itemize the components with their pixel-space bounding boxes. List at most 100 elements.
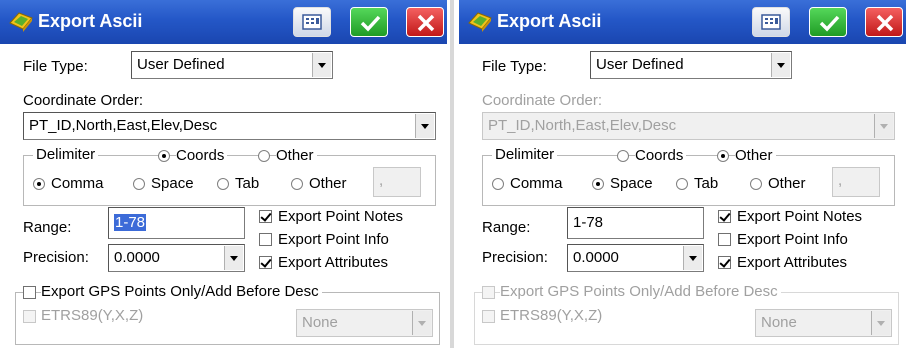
tab-radio[interactable] [217,178,229,190]
close-icon [417,14,435,32]
space-label: Space [610,175,653,192]
export-attributes-checkbox[interactable] [259,256,272,269]
other-char-value: , [838,172,843,189]
chevron-down-icon[interactable] [683,246,702,270]
chevron-down-icon[interactable] [412,311,431,335]
precision-label: Precision: [23,249,89,266]
title-bar: Export Ascii [459,0,906,44]
export-point-notes-label: Export Point Notes [278,208,404,225]
panel-divider [450,0,454,348]
tab-radio[interactable] [676,178,688,190]
chevron-down-icon[interactable] [224,246,243,270]
datum-value: None [302,314,338,331]
export-attributes-label: Export Attributes [278,254,389,271]
chevron-down-icon[interactable] [415,114,434,138]
file-type-label: File Type: [482,58,547,75]
keyboard-button[interactable] [752,7,790,37]
etrs89-label: ETRS89(Y,X,Z) [500,307,603,324]
file-type-value: User Defined [137,56,225,73]
coords-radio[interactable] [617,150,629,162]
tab-label: Tab [694,175,719,192]
precision-value: 0.0000 [114,249,160,266]
export-point-info-checkbox[interactable] [718,233,731,246]
export-point-notes-label: Export Point Notes [737,208,863,225]
other-delimiter-radio[interactable] [258,150,270,162]
tab-label: Tab [235,175,260,192]
space-label: Space [151,175,194,192]
close-button[interactable] [865,7,903,37]
coords-label: Coords [635,147,687,164]
coordinate-order-value: PT_ID,North,East,Elev,Desc [29,117,218,134]
coordinate-order-dropdown[interactable]: PT_ID,North,East,Elev,Desc [482,112,895,140]
checkmark-icon [360,15,381,32]
export-point-info-label: Export Point Info [737,231,848,248]
ok-button[interactable] [809,7,847,37]
app-icon [8,9,34,37]
delimiter-label: Delimiter [33,146,99,163]
keyboard-icon [302,14,322,30]
etrs89-checkbox[interactable] [23,310,36,323]
gps-points-only-label: Export GPS Points Only/Add Before Desc [41,283,322,300]
chevron-down-icon[interactable] [871,311,890,335]
keyboard-button[interactable] [293,7,331,37]
close-button[interactable] [406,7,444,37]
precision-label: Precision: [482,249,548,266]
coordinate-order-value: PT_ID,North,East,Elev,Desc [488,117,677,134]
datum-dropdown[interactable]: None [296,309,433,337]
app-icon [467,9,493,37]
other-delimiter-radio[interactable] [717,150,729,162]
gps-points-only-checkbox[interactable] [23,286,36,299]
export-point-info-label: Export Point Info [278,231,389,248]
file-type-dropdown[interactable]: User Defined [131,51,333,79]
export-point-notes-checkbox[interactable] [259,210,272,223]
coordinate-order-label: Coordinate Order: [482,92,603,109]
chevron-down-icon[interactable] [771,53,790,77]
dialog-title: Export Ascii [38,11,143,31]
file-type-value: User Defined [596,56,684,73]
other-char-input[interactable]: , [373,167,421,197]
other-char-value: , [379,172,384,189]
precision-dropdown[interactable]: 0.0000 [567,244,704,272]
chevron-down-icon[interactable] [312,53,331,77]
coords-radio[interactable] [158,150,170,162]
ok-button[interactable] [350,7,388,37]
range-label: Range: [23,219,72,236]
other-char-input[interactable]: , [832,167,880,197]
precision-dropdown[interactable]: 0.0000 [108,244,245,272]
chevron-down-icon[interactable] [874,114,893,138]
space-radio[interactable] [133,178,145,190]
coordinate-order-dropdown[interactable]: PT_ID,North,East,Elev,Desc [23,112,436,140]
comma-label: Comma [510,175,563,192]
dialog-title: Export Ascii [497,11,602,31]
range-input[interactable]: 1-78 [108,207,245,239]
other-char-radio[interactable] [750,178,762,190]
comma-radio[interactable] [492,178,504,190]
checkmark-icon [819,15,840,32]
other-char-radio[interactable] [291,178,303,190]
comma-label: Comma [51,175,104,192]
gps-points-only-checkbox[interactable] [482,286,495,299]
export-attributes-checkbox[interactable] [718,256,731,269]
range-value: 1-78 [573,214,604,231]
datum-dropdown[interactable]: None [755,309,892,337]
datum-value: None [761,314,797,331]
etrs89-label: ETRS89(Y,X,Z) [41,307,144,324]
other-delimiter-label: Other [735,147,776,164]
export-point-info-checkbox[interactable] [259,233,272,246]
export-point-notes-checkbox[interactable] [718,210,731,223]
range-input[interactable]: 1-78 [567,207,704,239]
range-value: 1-78 [114,214,147,231]
coords-label: Coords [176,147,228,164]
comma-radio[interactable] [33,178,45,190]
coordinate-order-label: Coordinate Order: [23,92,144,109]
etrs89-checkbox[interactable] [482,310,495,323]
other-char-label: Other [309,175,347,192]
other-char-label: Other [768,175,806,192]
range-label: Range: [482,219,531,236]
precision-value: 0.0000 [573,249,619,266]
keyboard-icon [761,14,781,30]
space-radio[interactable] [592,178,604,190]
gps-points-only-label: Export GPS Points Only/Add Before Desc [500,283,781,300]
file-type-dropdown[interactable]: User Defined [590,51,792,79]
delimiter-label: Delimiter [492,146,558,163]
